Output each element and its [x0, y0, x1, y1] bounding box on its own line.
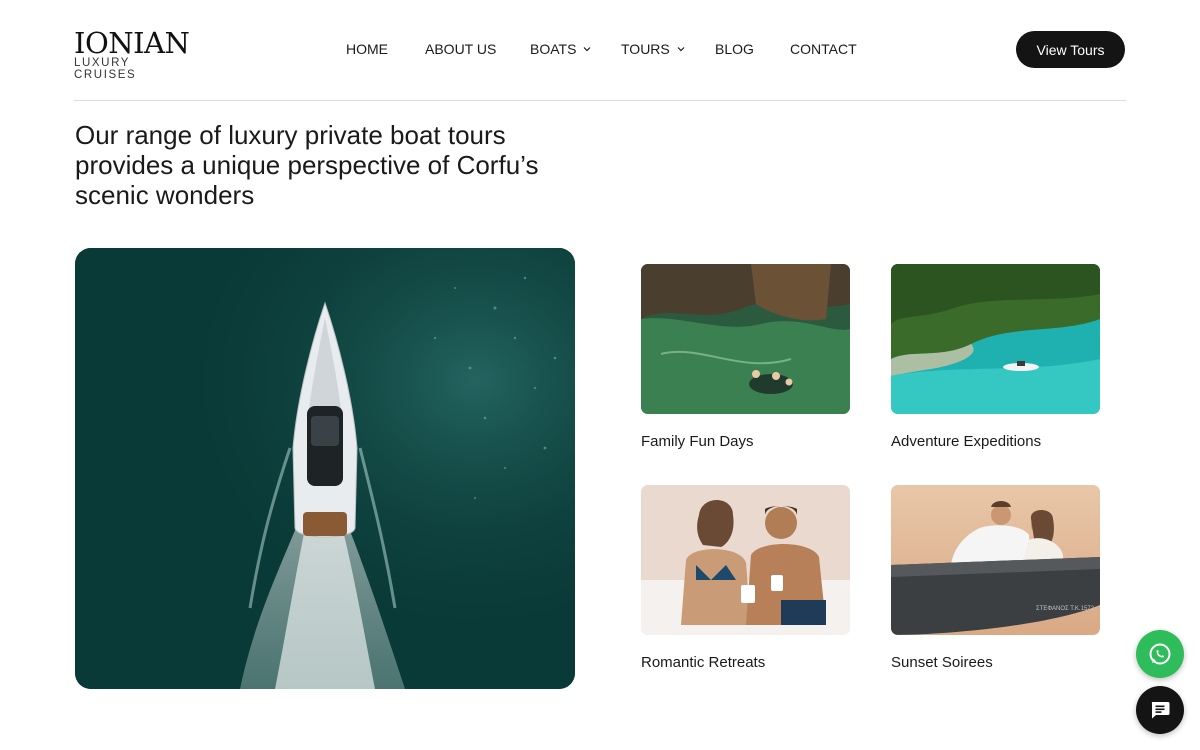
couple-on-boat-image: ΣΤΕΦΑΝΟΣ Τ.Κ.1572 — [891, 485, 1100, 635]
boat-hull-lettering: ΣΤΕΦΑΝΟΣ Τ.Κ.1572 — [1036, 606, 1095, 612]
tour-card-title: Adventure Expeditions — [891, 433, 1042, 450]
nav-item-about-us[interactable]: ABOUT US — [425, 38, 496, 60]
header-divider — [74, 100, 1126, 101]
speedboat-aerial-image — [75, 248, 575, 689]
nav-item-label: CONTACT — [790, 41, 857, 57]
nav-item-contact[interactable]: CONTACT — [790, 38, 857, 60]
view-tours-button[interactable]: View Tours — [1016, 31, 1125, 68]
turquoise-cove-image — [891, 264, 1100, 414]
tour-card-romantic-retreats[interactable]: Romantic Retreats — [641, 485, 850, 671]
chevron-down-icon — [583, 47, 591, 52]
tour-card-title: Romantic Retreats — [641, 654, 766, 671]
chat-bubble-icon — [1151, 702, 1170, 719]
page-headline: Our range of luxury private boat tours p… — [75, 120, 539, 210]
nav-item-tours[interactable]: TOURS — [621, 38, 685, 60]
nav-item-label: BOATS — [530, 41, 577, 57]
nav-item-label: ABOUT US — [425, 41, 497, 57]
tour-card-title: Sunset Soirees — [891, 654, 993, 671]
family-swimming-image — [641, 264, 850, 414]
chat-button[interactable] — [1136, 686, 1184, 734]
tour-card-sunset-soirees[interactable]: ΣΤΕΦΑΝΟΣ Τ.Κ.1572 Sunset Soirees — [891, 485, 1100, 671]
tour-card-family-fun-days[interactable]: Family Fun Days — [641, 264, 850, 450]
couple-toasting-image — [641, 485, 850, 635]
nav-item-label: BLOG — [715, 41, 754, 57]
site-header: IONIAN LUXURY CRUISES HOME ABOUT US BOAT… — [0, 0, 1200, 100]
nav-item-label: HOME — [346, 41, 388, 57]
whatsapp-button[interactable] — [1136, 630, 1184, 678]
nav-item-label: TOURS — [621, 41, 670, 57]
tour-card-title: Family Fun Days — [641, 433, 754, 450]
chevron-down-icon — [677, 47, 685, 52]
brand-name: IONIAN — [74, 26, 190, 60]
nav-item-home[interactable]: HOME — [346, 38, 388, 60]
tour-card-adventure-expeditions[interactable]: Adventure Expeditions — [891, 264, 1100, 450]
speedboat-illustration — [75, 248, 575, 689]
nav-item-blog[interactable]: BLOG — [715, 38, 754, 60]
whatsapp-icon — [1149, 643, 1171, 665]
nav-item-boats[interactable]: BOATS — [530, 38, 591, 60]
brand-tagline: LUXURY CRUISES — [74, 57, 137, 81]
brand-logo[interactable]: IONIAN LUXURY CRUISES — [74, 26, 194, 81]
